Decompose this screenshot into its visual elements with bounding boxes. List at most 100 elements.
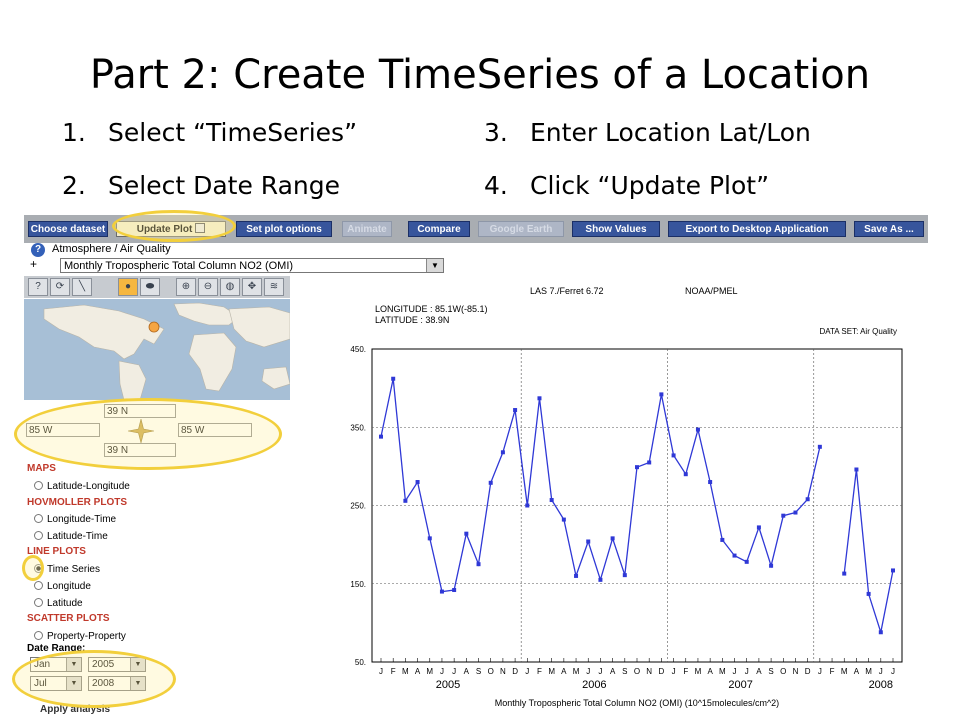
- data-point: [415, 480, 420, 485]
- month-tick-label: M: [865, 667, 872, 676]
- data-point: [695, 427, 700, 432]
- data-point: [659, 392, 664, 397]
- data-point: [842, 571, 847, 576]
- y-tick-label: 50.: [355, 658, 366, 667]
- month-tick-label: F: [391, 667, 396, 676]
- y-tick-label: 450.: [350, 345, 366, 354]
- data-point: [549, 498, 554, 503]
- data-point: [708, 480, 713, 485]
- data-point: [744, 559, 749, 564]
- y-tick-label: 150.: [350, 580, 366, 589]
- data-point: [476, 562, 481, 567]
- month-tick-label: D: [658, 667, 664, 676]
- month-tick-label: S: [768, 667, 773, 676]
- month-tick-label: O: [488, 667, 494, 676]
- plot-org-label: NOAA/PMEL: [685, 286, 738, 296]
- data-point: [878, 630, 883, 635]
- data-point: [586, 539, 591, 544]
- data-point: [720, 537, 725, 542]
- month-tick-label: A: [854, 667, 860, 676]
- data-point: [622, 573, 627, 578]
- month-tick-label: S: [622, 667, 627, 676]
- data-point: [793, 510, 798, 515]
- month-tick-label: A: [756, 667, 762, 676]
- data-point: [756, 525, 761, 530]
- month-tick-label: J: [745, 667, 749, 676]
- month-tick-label: M: [695, 667, 702, 676]
- month-tick-label: O: [780, 667, 786, 676]
- data-point: [732, 553, 737, 558]
- data-point: [598, 577, 603, 582]
- data-point: [635, 465, 639, 470]
- plot-software-label: LAS 7./Ferret 6.72: [530, 286, 604, 296]
- month-tick-label: J: [598, 667, 602, 676]
- month-tick-label: J: [818, 667, 822, 676]
- month-tick-label: F: [537, 667, 542, 676]
- data-point: [854, 467, 859, 472]
- data-point: [403, 498, 408, 503]
- month-tick-label: A: [415, 667, 421, 676]
- y-tick-label: 350.: [350, 423, 366, 432]
- month-tick-label: J: [891, 667, 895, 676]
- month-tick-label: A: [561, 667, 567, 676]
- data-point: [781, 513, 786, 518]
- data-point: [439, 589, 444, 594]
- data-point: [891, 568, 895, 573]
- month-tick-label: O: [634, 667, 640, 676]
- month-tick-label: J: [525, 667, 529, 676]
- month-tick-label: J: [672, 667, 676, 676]
- month-tick-label: F: [830, 667, 835, 676]
- month-tick-label: M: [719, 667, 726, 676]
- year-label: 2005: [436, 679, 460, 691]
- month-tick-label: S: [476, 667, 481, 676]
- month-tick-label: M: [426, 667, 433, 676]
- plot-dataset-label: DATA SET: Air Quality: [819, 327, 897, 336]
- month-tick-label: A: [464, 667, 470, 676]
- month-tick-label: J: [586, 667, 590, 676]
- data-point: [683, 472, 688, 477]
- month-tick-label: F: [683, 667, 688, 676]
- time-series-plot: LAS 7./Ferret 6.72 NOAA/PMEL LONGITUDE :…: [350, 286, 903, 708]
- data-point: [866, 591, 871, 596]
- plot-longitude-label: LONGITUDE : 85.1W(-85.1): [375, 304, 488, 314]
- month-tick-label: D: [512, 667, 518, 676]
- month-tick-label: M: [841, 667, 848, 676]
- data-point: [427, 536, 432, 541]
- data-point: [817, 444, 822, 449]
- data-point: [379, 434, 383, 439]
- month-tick-label: J: [879, 667, 883, 676]
- data-point: [561, 517, 566, 522]
- year-label: 2007: [728, 679, 752, 691]
- month-tick-label: A: [707, 667, 713, 676]
- data-point: [647, 460, 652, 465]
- plot-latitude-label: LATITUDE : 38.9N: [375, 315, 449, 325]
- data-point: [391, 376, 396, 381]
- x-axis-label: Monthly Tropospheric Total Column NO2 (O…: [495, 698, 779, 708]
- data-point: [671, 453, 676, 458]
- month-tick-label: M: [402, 667, 409, 676]
- data-point: [513, 408, 518, 413]
- data-point: [452, 588, 457, 593]
- data-point: [464, 531, 469, 536]
- data-point: [500, 450, 505, 455]
- year-label: 2006: [582, 679, 606, 691]
- month-tick-label: J: [733, 667, 737, 676]
- month-tick-label: A: [610, 667, 616, 676]
- month-tick-label: D: [805, 667, 811, 676]
- month-tick-label: N: [646, 667, 652, 676]
- data-point: [537, 396, 542, 401]
- data-point: [769, 563, 774, 568]
- month-tick-label: M: [548, 667, 555, 676]
- month-tick-label: J: [440, 667, 444, 676]
- data-point: [488, 480, 493, 485]
- year-label: 2008: [869, 679, 893, 691]
- month-tick-label: J: [452, 667, 456, 676]
- data-point: [525, 503, 530, 508]
- data-point: [610, 536, 615, 541]
- data-point: [574, 573, 579, 578]
- month-tick-label: N: [500, 667, 506, 676]
- data-point: [805, 497, 810, 502]
- y-tick-label: 250.: [350, 502, 366, 511]
- month-tick-label: N: [793, 667, 799, 676]
- month-tick-label: M: [573, 667, 580, 676]
